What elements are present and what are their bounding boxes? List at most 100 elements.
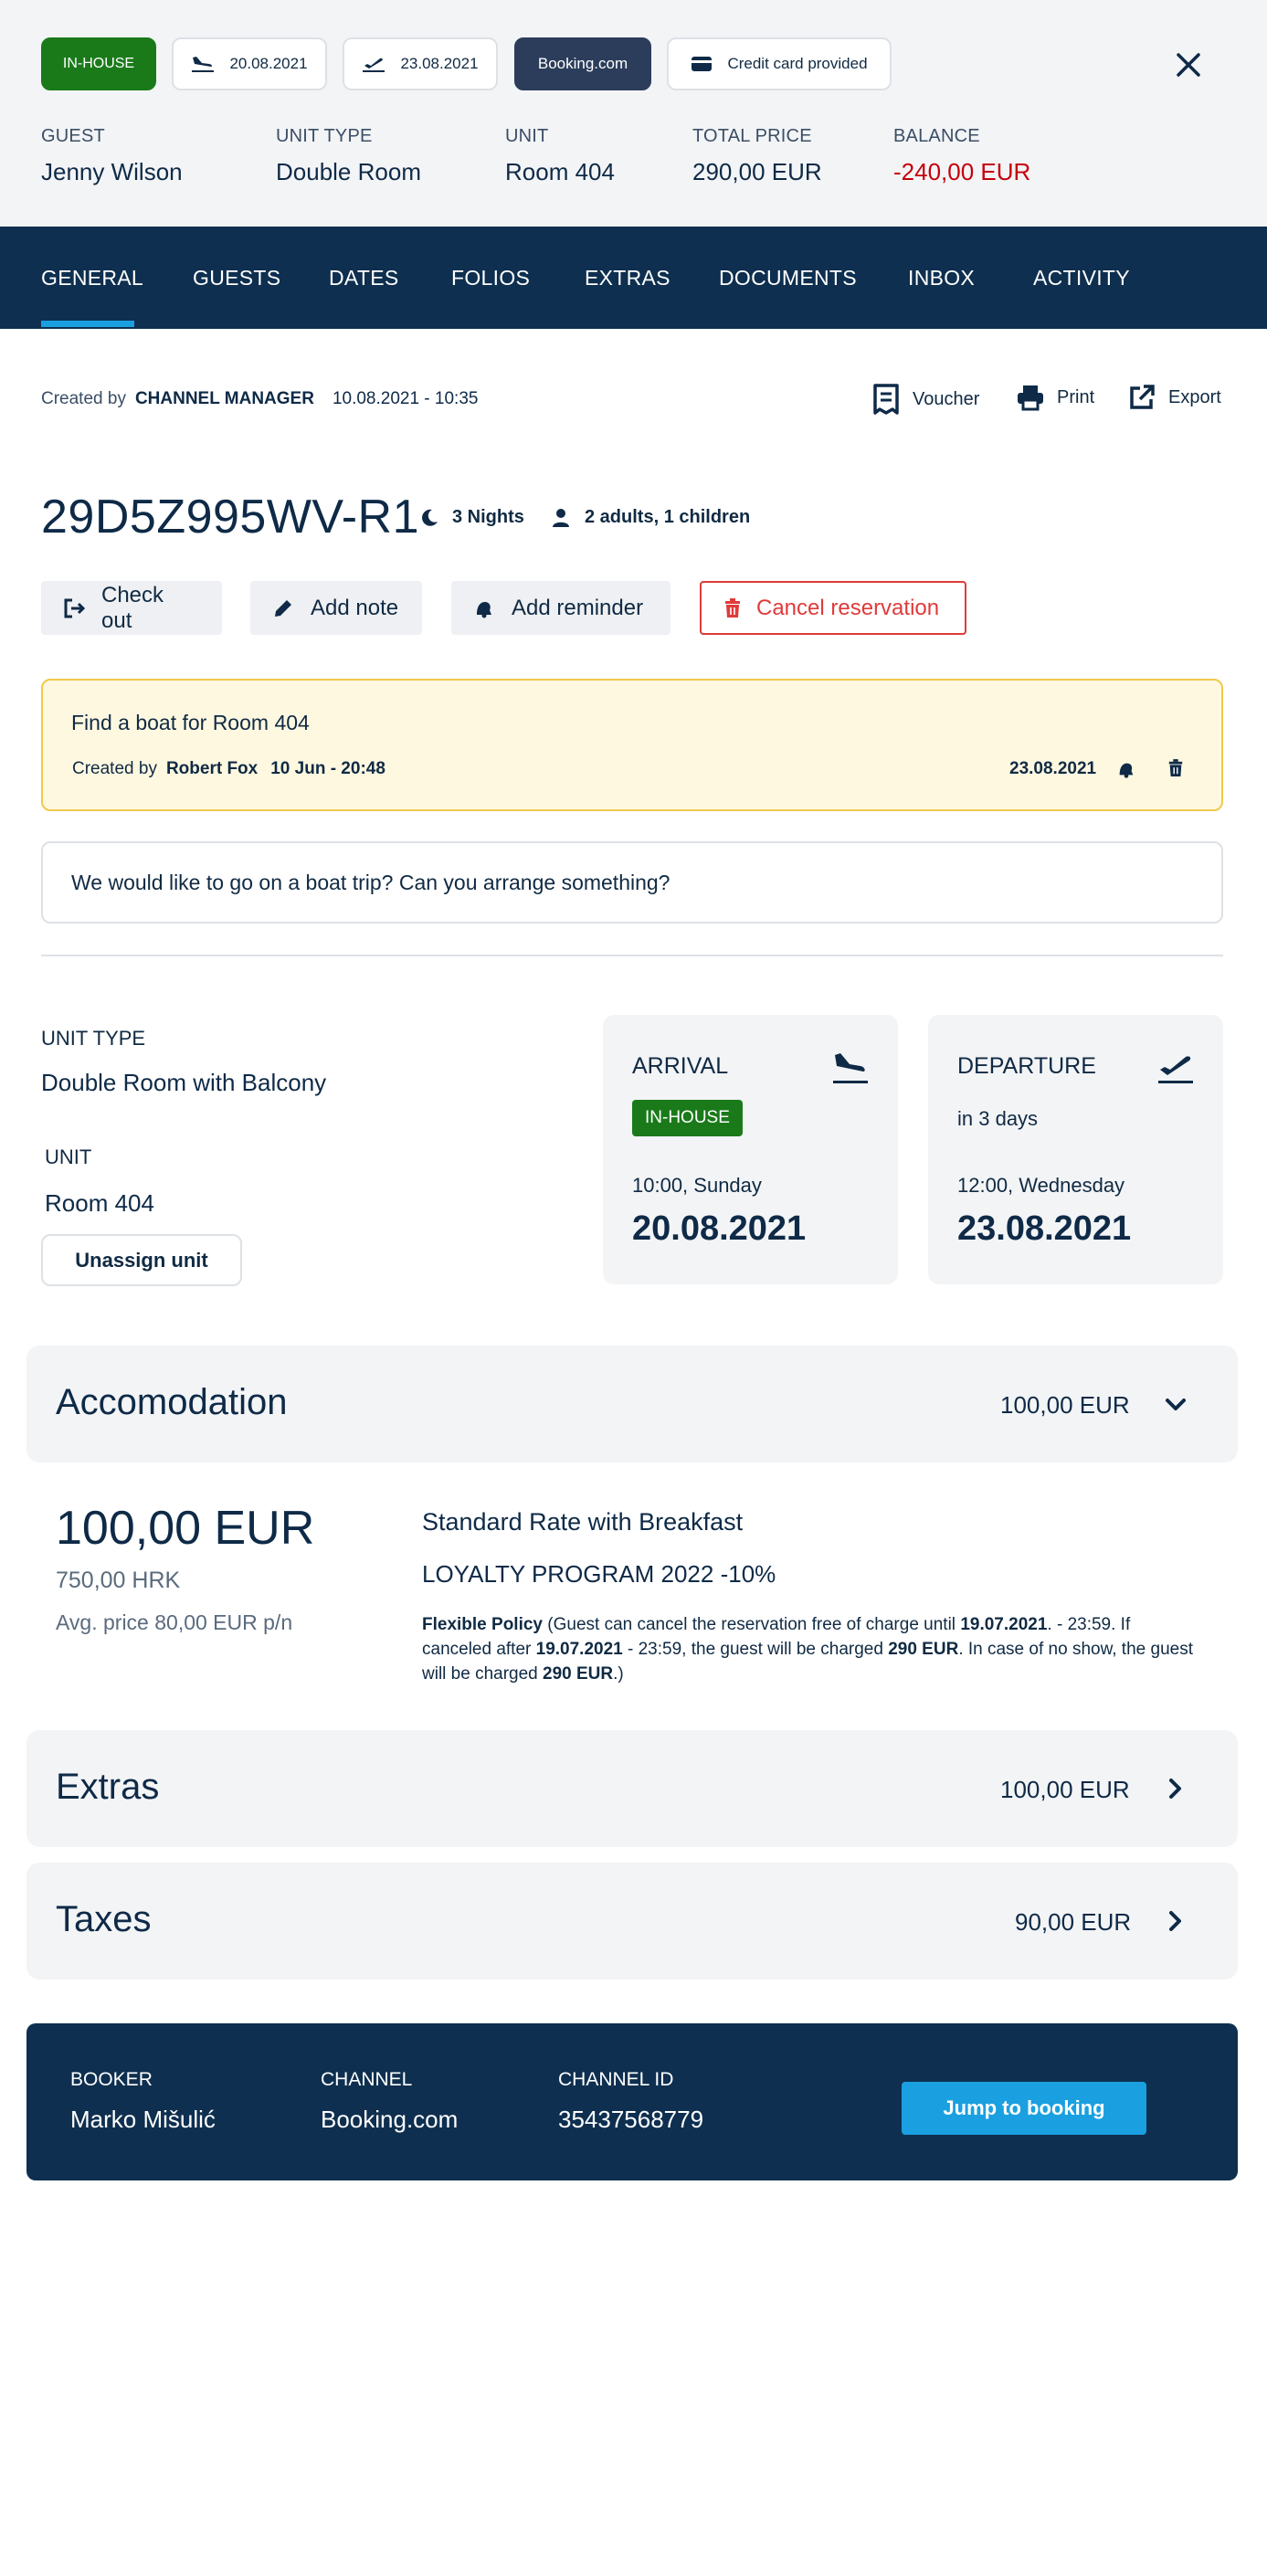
departure-date: 23.08.2021 [957, 1209, 1132, 1248]
price-main: 100,00 EUR [56, 1502, 315, 1555]
policy-amount-1: 290 EUR [888, 1640, 959, 1659]
accommodation-amount: 100,00 EUR [1000, 1391, 1130, 1419]
reservation-code: 29D5Z995WV-R1 [41, 491, 420, 544]
policy-text-5: .) [613, 1664, 624, 1684]
tab-inbox[interactable]: INBOX [908, 227, 975, 329]
unit-section-label: UNIT [45, 1145, 92, 1168]
booker-value: Marko Mišulić [70, 2106, 216, 2133]
arrival-label: ARRIVAL [632, 1053, 729, 1079]
channel-badge-label: Booking.com [537, 55, 628, 72]
status-badge-label: IN-HOUSE [62, 56, 135, 71]
jump-to-booking-button[interactable]: Jump to booking [902, 2082, 1146, 2135]
booker-label: BOOKER [70, 2069, 153, 2090]
plane-takeoff-icon [362, 54, 385, 74]
unit-type-value: Double Room [276, 158, 421, 185]
voucher-label: Voucher [913, 388, 980, 409]
header-balance: BALANCE -240,00 EUR [893, 126, 1030, 186]
tab-activity[interactable]: ACTIVITY [1033, 227, 1130, 329]
add-note-label: Add note [311, 595, 399, 620]
header-unit-type: UNIT TYPE Double Room [276, 126, 421, 186]
status-badge: IN-HOUSE [41, 37, 156, 90]
created-by-row: Created by CHANNEL MANAGER 10.08.2021 - … [41, 389, 478, 409]
booking-footer: BOOKER Marko Mišulić CHANNEL Booking.com… [26, 2023, 1238, 2180]
occupancy-value: 2 adults, 1 children [585, 507, 751, 527]
cancel-reservation-button[interactable]: Cancel reservation [700, 581, 966, 635]
export-button[interactable]: Export [1128, 384, 1221, 411]
unit-type-section-value: Double Room with Balcony [41, 1069, 327, 1096]
channel-id-label: CHANNEL ID [558, 2069, 674, 2090]
export-label: Export [1168, 386, 1221, 407]
unit-type-section-label: UNIT TYPE [41, 1027, 146, 1050]
taxes-title: Taxes [56, 1899, 152, 1939]
note-text: We would like to go on a boat trip? Can … [71, 871, 670, 894]
arrival-date-text: 20.08.2021 [229, 55, 308, 72]
payment-badge-label: Credit card provided [727, 55, 868, 72]
arrival-plane-icon [831, 1050, 870, 1086]
departure-date-text: 23.08.2021 [400, 55, 479, 72]
taxes-header[interactable]: Taxes 90,00 EUR [26, 1863, 1238, 1980]
note-card: We would like to go on a boat trip? Can … [41, 841, 1223, 924]
arrival-date: 20.08.2021 [632, 1209, 807, 1248]
policy-amount-2: 290 EUR [543, 1664, 614, 1684]
accommodation-header[interactable]: Accomodation 100,00 EUR [26, 1346, 1238, 1462]
rate-name: Standard Rate with Breakfast [422, 1508, 744, 1536]
tab-dates[interactable]: DATES [329, 227, 398, 329]
accommodation-title: Accomodation [56, 1382, 288, 1422]
tab-guests[interactable]: GUESTS [193, 227, 280, 329]
add-reminder-button[interactable]: Add reminder [451, 581, 670, 635]
reminder-bell-icon[interactable] [1116, 759, 1136, 779]
trash-icon [723, 597, 742, 618]
print-button[interactable]: Print [1017, 384, 1094, 411]
total-price-value: 290,00 EUR [692, 158, 822, 185]
extras-title: Extras [56, 1767, 160, 1807]
voucher-button[interactable]: Voucher [872, 384, 979, 415]
policy-date-2: 19.07.2021 [535, 1640, 623, 1659]
bell-icon [473, 598, 495, 618]
header-total: TOTAL PRICE 290,00 EUR [692, 126, 822, 186]
channel-badge: Booking.com [514, 37, 651, 90]
departure-time: 12:00, Wednesday [957, 1174, 1125, 1197]
chevron-right-icon[interactable] [1165, 1776, 1185, 1801]
tab-bar: GENERAL GUESTS DATES FOLIOS EXTRAS DOCUM… [0, 227, 1267, 329]
departure-plane-icon [1156, 1050, 1195, 1086]
reminder-created-by-label: Created by [72, 759, 157, 778]
tab-folios[interactable]: FOLIOS [451, 227, 530, 329]
reminder-title: Find a boat for Room 404 [71, 711, 310, 734]
extras-header[interactable]: Extras 100,00 EUR [26, 1730, 1238, 1847]
print-label: Print [1057, 386, 1095, 407]
price-alt: 750,00 HRK [56, 1568, 181, 1593]
chevron-right-icon[interactable] [1165, 1908, 1185, 1934]
nights-value: 3 Nights [452, 507, 524, 527]
reminder-meta: Created by Robert Fox 10 Jun - 20:48 [72, 759, 385, 779]
departure-date-pill: 23.08.2021 [343, 37, 498, 90]
unit-label: UNIT [505, 126, 549, 146]
cancel-reservation-label: Cancel reservation [756, 595, 940, 620]
extras-amount: 100,00 EUR [1000, 1776, 1130, 1803]
person-icon [552, 508, 570, 528]
policy-date-1: 19.07.2021 [960, 1615, 1048, 1634]
nights-info: 3 Nights [419, 507, 524, 528]
chevron-down-icon[interactable] [1164, 1393, 1188, 1415]
tab-extras[interactable]: EXTRAS [585, 227, 670, 329]
close-icon[interactable] [1173, 49, 1204, 80]
balance-value: -240,00 EUR [893, 158, 1031, 185]
add-note-button[interactable]: Add note [250, 581, 422, 635]
check-out-button[interactable]: Check out [41, 581, 222, 635]
pencil-icon [272, 597, 294, 619]
credit-card-icon [691, 56, 713, 72]
tab-documents[interactable]: DOCUMENTS [719, 227, 857, 329]
channel-id-value: 35437568779 [558, 2106, 704, 2133]
unassign-unit-button[interactable]: Unassign unit [41, 1234, 242, 1286]
reminder-author: Robert Fox [165, 759, 259, 778]
guest-label: GUEST [41, 126, 105, 146]
departure-label: DEPARTURE [957, 1053, 1096, 1079]
departure-relative: in 3 days [957, 1107, 1039, 1130]
plane-landing-icon [191, 54, 215, 74]
payment-badge: Credit card provided [667, 37, 892, 90]
reminder-card: Find a boat for Room 404 Created by Robe… [41, 679, 1223, 811]
avg-price: Avg. price 80,00 EUR p/n [56, 1610, 293, 1634]
tab-general[interactable]: GENERAL [41, 227, 143, 329]
arrival-date-pill: 20.08.2021 [172, 37, 327, 90]
reminder-delete-icon[interactable] [1167, 758, 1184, 778]
arrival-card: ARRIVAL IN-HOUSE 10:00, Sunday 20.08.202… [603, 1015, 898, 1284]
